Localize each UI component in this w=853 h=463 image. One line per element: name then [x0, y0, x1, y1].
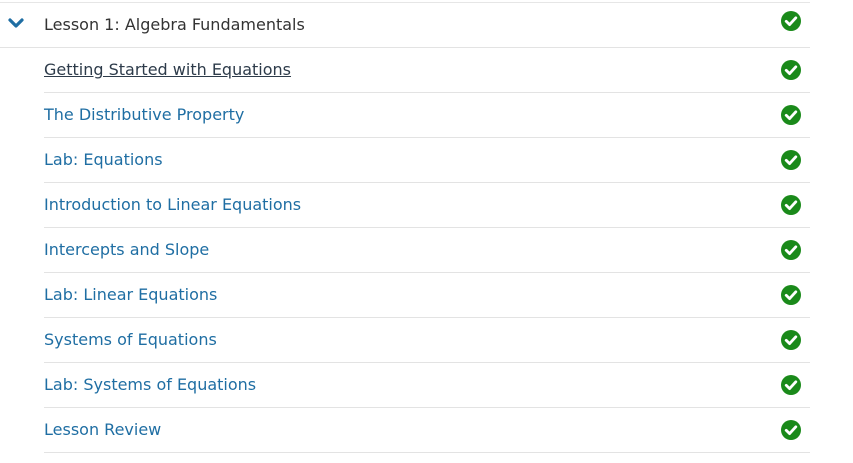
lesson-item-link[interactable]: Lab: Equations [44, 150, 163, 169]
lesson-item: Lab: Linear Equations [44, 273, 810, 318]
check-circle-icon [781, 11, 801, 31]
lesson-item: Getting Started with Equations [44, 48, 810, 93]
check-circle-icon [781, 195, 801, 215]
lesson-item-link[interactable]: Intercepts and Slope [44, 240, 209, 259]
lesson-item: Introduction to Linear Equations [44, 183, 810, 228]
lesson-item-link[interactable]: Introduction to Linear Equations [44, 195, 301, 214]
check-circle-icon [781, 420, 801, 440]
lesson-item: The Distributive Property [44, 93, 810, 138]
lesson-item-link[interactable]: Lesson Review [44, 420, 161, 439]
check-circle-icon [781, 330, 801, 350]
check-circle-icon [781, 150, 801, 170]
lesson-item-link[interactable]: The Distributive Property [44, 105, 244, 124]
check-circle-icon [781, 375, 801, 395]
lesson-item: Intercepts and Slope [44, 228, 810, 273]
lesson-item-link[interactable]: Getting Started with Equations [44, 60, 291, 79]
lesson-item: Lesson Review [44, 408, 810, 453]
check-circle-icon [781, 105, 801, 125]
lesson-item: Lab: Systems of Equations [44, 363, 810, 408]
lesson-item-link[interactable]: Lab: Systems of Equations [44, 375, 256, 394]
lesson-item-list: Getting Started with Equations The Distri… [44, 48, 810, 453]
lesson-item: Systems of Equations [44, 318, 810, 363]
lesson-item-link[interactable]: Systems of Equations [44, 330, 217, 349]
lesson-title: Lesson 1: Algebra Fundamentals [44, 15, 305, 34]
lesson-header[interactable]: Lesson 1: Algebra Fundamentals [0, 3, 810, 48]
check-circle-icon [781, 60, 801, 80]
check-circle-icon [781, 240, 801, 260]
lesson-item-link[interactable]: Lab: Linear Equations [44, 285, 217, 304]
lesson-item: Lab: Equations [44, 138, 810, 183]
check-circle-icon [781, 285, 801, 305]
chevron-down-icon[interactable] [7, 17, 25, 31]
